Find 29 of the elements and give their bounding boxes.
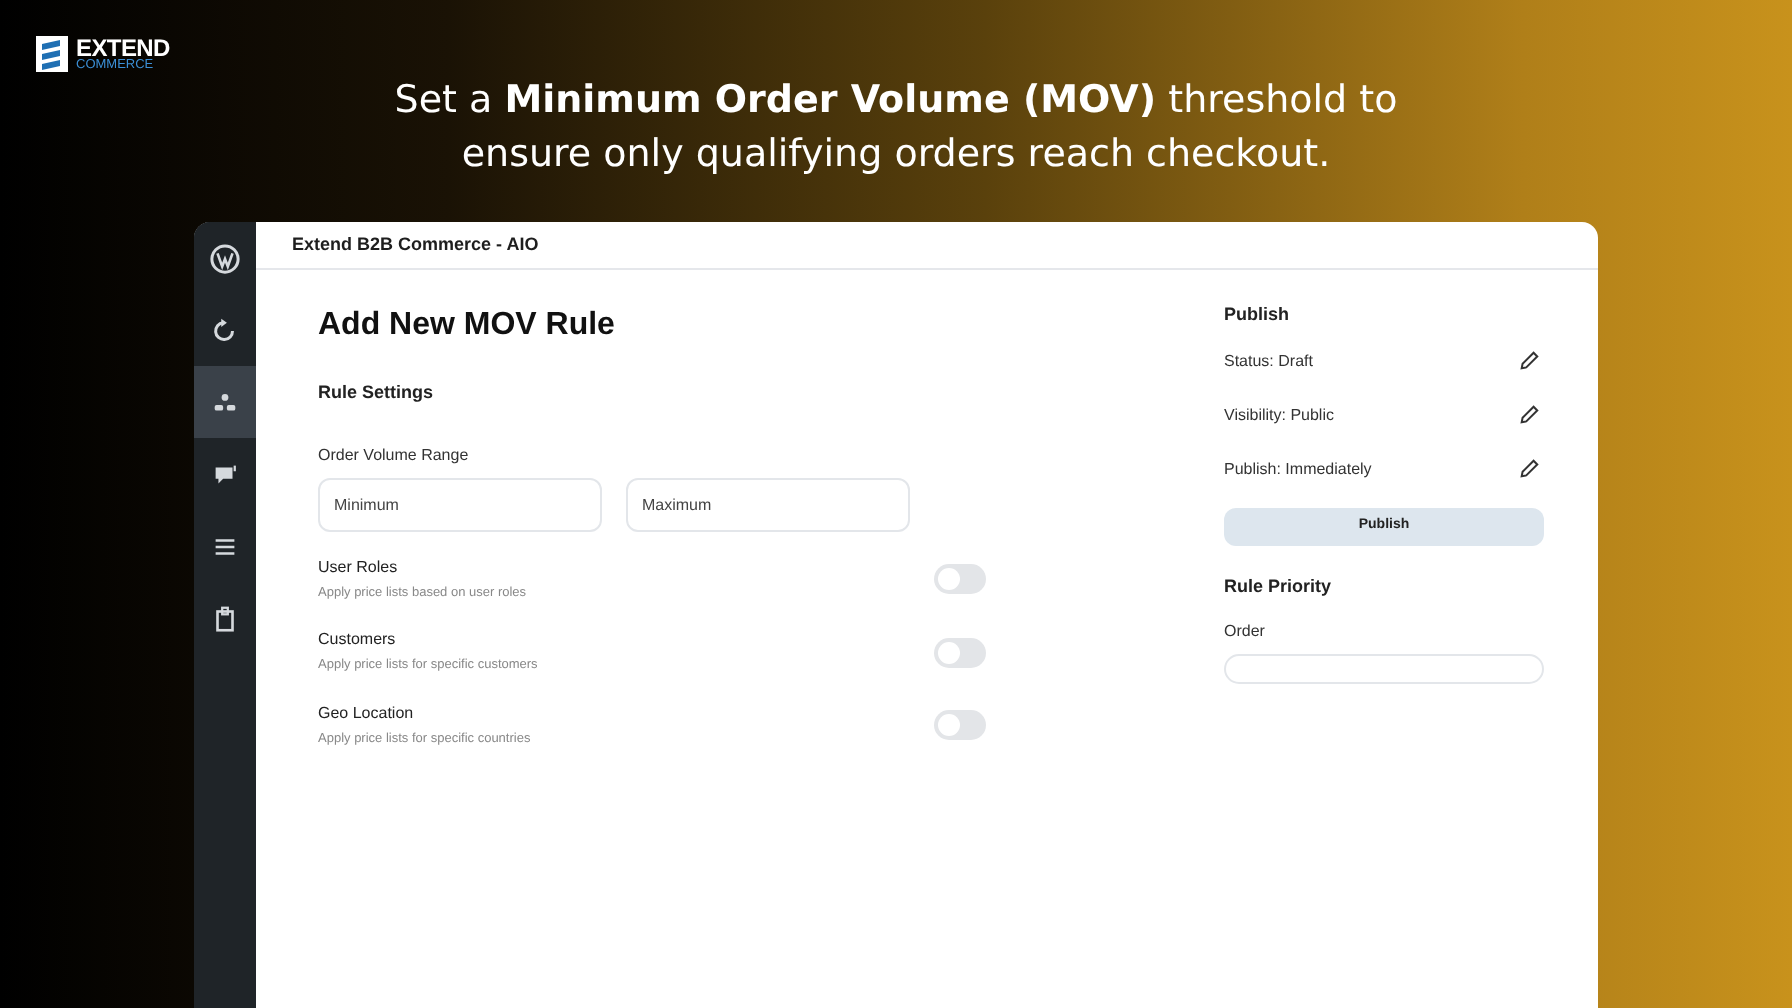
option-label: Customers — [318, 628, 398, 653]
toggle-switch[interactable] — [934, 637, 986, 668]
option-label: User Roles — [318, 555, 400, 579]
field-label: Order Volume Range — [318, 443, 471, 467]
toggle-switch[interactable] — [934, 710, 986, 741]
window-title: Extend B2B Commerce - AIO — [292, 231, 539, 258]
refresh-icon — [210, 315, 240, 345]
publish-setting: Visibility: Public — [1224, 403, 1334, 427]
brand-name: EXTEND — [76, 36, 170, 60]
pencil-icon[interactable] — [1518, 350, 1540, 372]
logo-icon — [36, 36, 68, 73]
section-heading: Rule Priority — [1224, 573, 1334, 600]
order-field[interactable] — [1224, 654, 1544, 684]
sidebar-item[interactable] — [194, 366, 256, 438]
section-heading: Publish — [1224, 302, 1292, 328]
pencil-icon[interactable] — [1518, 404, 1540, 426]
option-label: Geo Location — [318, 702, 416, 726]
wordpress-icon — [210, 243, 240, 273]
input-field[interactable]: Minimum — [318, 477, 602, 531]
clipboard-icon — [210, 603, 240, 633]
pencil-icon[interactable] — [1518, 458, 1540, 480]
publish-setting: Publish: Immediately — [1224, 457, 1372, 481]
page-title: Add New MOV Rule — [318, 306, 617, 346]
toggle-switch[interactable] — [934, 563, 986, 594]
input-field[interactable]: Maximum — [626, 477, 910, 531]
field-label: Order — [1224, 620, 1267, 644]
publish-setting: Status: Draft — [1224, 349, 1313, 373]
headline: Set a Minimum Order Volume (MOV) threshold to ensure only qualifying orders reach checkout. — [392, 76, 1400, 180]
section-heading: Rule Settings — [318, 380, 436, 406]
